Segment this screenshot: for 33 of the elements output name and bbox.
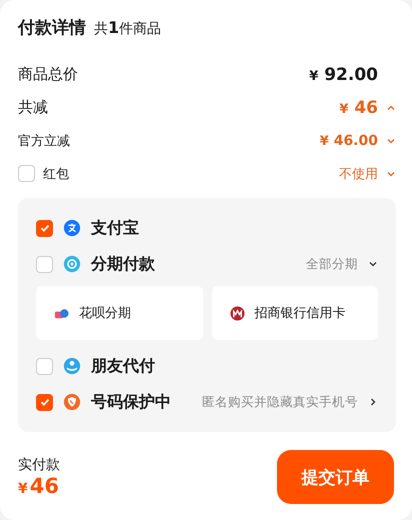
check-icon: [38, 396, 50, 408]
price: ¥ 46.00: [320, 132, 378, 148]
summary-label: 共减: [18, 98, 48, 117]
checkbox[interactable]: [36, 394, 53, 410]
price: ¥ 92.00: [309, 64, 378, 84]
checkbox[interactable]: [36, 256, 53, 272]
shield-phone-icon: [63, 393, 81, 411]
checkbox[interactable]: [18, 165, 35, 182]
summary-label: 红包: [43, 166, 69, 182]
checkbox[interactable]: [36, 358, 53, 374]
item-count: 共1件商品: [94, 18, 162, 38]
payment-logo-icon: [63, 219, 81, 237]
chevron-icon[interactable]: [368, 259, 378, 269]
option-note[interactable]: 匿名购买并隐藏真实手机号: [202, 394, 358, 410]
payment-method-name: 支付宝: [91, 218, 139, 238]
check-icon: [38, 222, 50, 234]
checkbox[interactable]: [36, 220, 53, 236]
panel-title: 付款详情: [18, 17, 86, 39]
summary-label: 官方立减: [18, 132, 70, 150]
installment-option[interactable]: 招商银行信用卡: [212, 286, 378, 340]
installment-option[interactable]: 花呗分期: [36, 286, 202, 340]
total-amount: ¥46: [18, 474, 60, 498]
bank-logo-icon: [230, 306, 244, 320]
payment-method-name: 朋友代付: [91, 356, 155, 376]
summary-label: 商品总价: [18, 65, 78, 84]
payment-method-name: 号码保护中: [91, 392, 171, 412]
submit-order-button[interactable]: 提交订单: [277, 450, 394, 504]
payment-method-name: 分期付款: [91, 254, 155, 274]
option-value[interactable]: 不使用: [339, 164, 378, 182]
option-note[interactable]: 全部分期: [306, 256, 358, 272]
chevron-right-icon[interactable]: [368, 397, 378, 407]
price: ¥ 46: [339, 98, 378, 118]
total-label: 实付款: [18, 456, 60, 474]
